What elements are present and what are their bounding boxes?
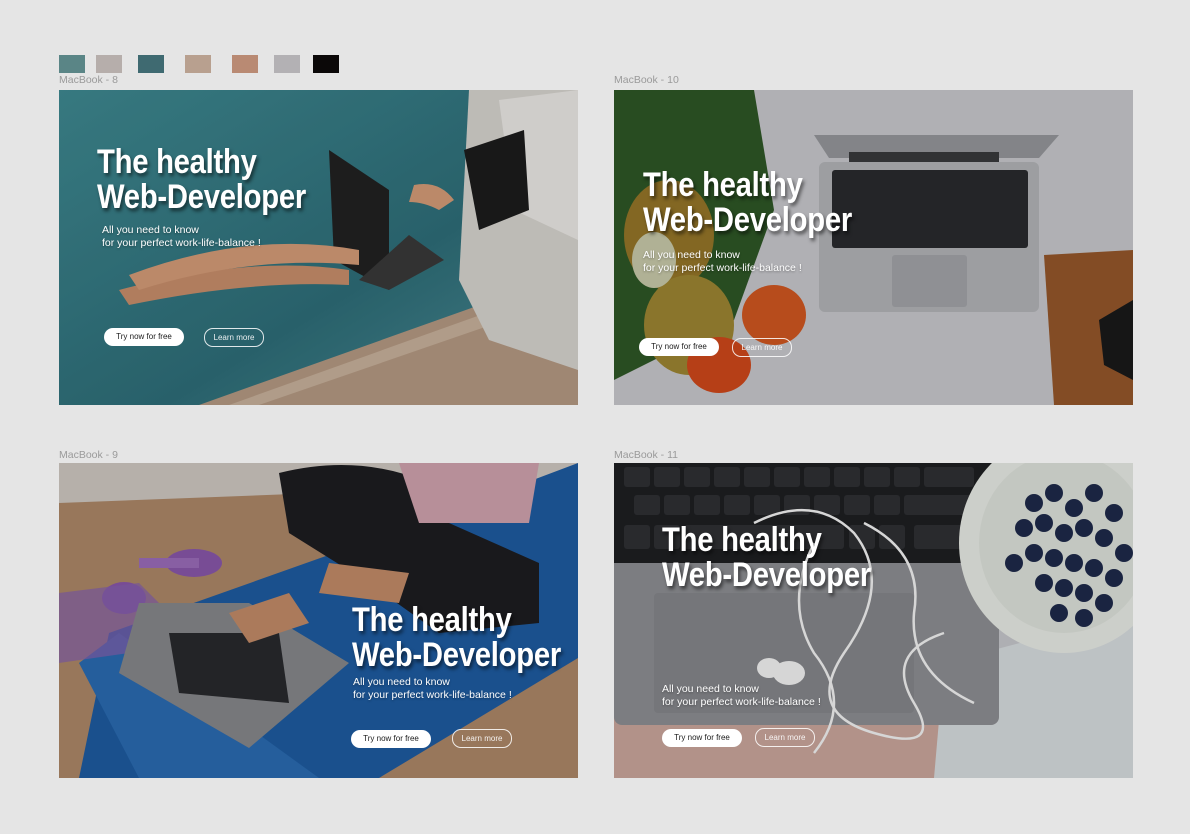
frame-label: MacBook - 8 <box>59 74 118 86</box>
subheadline-line-1: All you need to know <box>662 683 759 695</box>
subheadline-line-2: for your perfect work-life-balance ! <box>353 689 512 701</box>
headline-line-1: The healthy <box>643 166 803 204</box>
subheadline: All you need to know for your perfect wo… <box>353 676 512 702</box>
headline: The healthy Web-Developer <box>352 603 561 673</box>
frame-macbook-8[interactable]: The healthy Web-Developer All you need t… <box>59 90 578 405</box>
headline-line-1: The healthy <box>662 521 822 559</box>
headline-line-2: Web-Developer <box>643 201 852 239</box>
learn-more-button[interactable]: Learn more <box>755 728 815 747</box>
headline-line-1: The healthy <box>352 601 512 639</box>
palette-swatch[interactable] <box>232 55 258 73</box>
frame-macbook-9[interactable]: The healthy Web-Developer All you need t… <box>59 463 578 778</box>
palette-swatch[interactable] <box>185 55 211 73</box>
subheadline-line-2: for your perfect work-life-balance ! <box>662 696 821 708</box>
frame-label: MacBook - 11 <box>614 449 678 461</box>
palette-swatch[interactable] <box>59 55 85 73</box>
subheadline-line-1: All you need to know <box>643 249 740 261</box>
headline-line-2: Web-Developer <box>97 178 306 216</box>
learn-more-button[interactable]: Learn more <box>452 729 512 748</box>
palette-swatch[interactable] <box>274 55 300 73</box>
headline-line-2: Web-Developer <box>662 556 871 594</box>
learn-more-button[interactable]: Learn more <box>732 338 792 357</box>
try-free-button[interactable]: Try now for free <box>639 338 719 356</box>
palette-swatch[interactable] <box>96 55 122 73</box>
headline-line-2: Web-Developer <box>352 636 561 674</box>
subheadline: All you need to know for your perfect wo… <box>102 224 261 250</box>
headline: The healthy Web-Developer <box>643 168 852 238</box>
frame-macbook-10[interactable]: The healthy Web-Developer All you need t… <box>614 90 1133 405</box>
palette-swatch[interactable] <box>313 55 339 73</box>
subheadline-line-2: for your perfect work-life-balance ! <box>643 262 802 274</box>
headline: The healthy Web-Developer <box>662 523 871 593</box>
try-free-button[interactable]: Try now for free <box>662 729 742 747</box>
subheadline-line-1: All you need to know <box>102 224 199 236</box>
frame-macbook-11[interactable]: The healthy Web-Developer All you need t… <box>614 463 1133 778</box>
subheadline: All you need to know for your perfect wo… <box>643 249 802 275</box>
frame-label: MacBook - 9 <box>59 449 118 461</box>
hero-image-fruits <box>614 90 1133 405</box>
palette-swatch[interactable] <box>138 55 164 73</box>
subheadline: All you need to know for your perfect wo… <box>662 683 821 709</box>
headline: The healthy Web-Developer <box>97 145 306 215</box>
try-free-button[interactable]: Try now for free <box>104 328 184 346</box>
headline-line-1: The healthy <box>97 143 257 181</box>
learn-more-button[interactable]: Learn more <box>204 328 264 347</box>
frame-label: MacBook - 10 <box>614 74 679 86</box>
subheadline-line-2: for your perfect work-life-balance ! <box>102 237 261 249</box>
try-free-button[interactable]: Try now for free <box>351 730 431 748</box>
subheadline-line-1: All you need to know <box>353 676 450 688</box>
